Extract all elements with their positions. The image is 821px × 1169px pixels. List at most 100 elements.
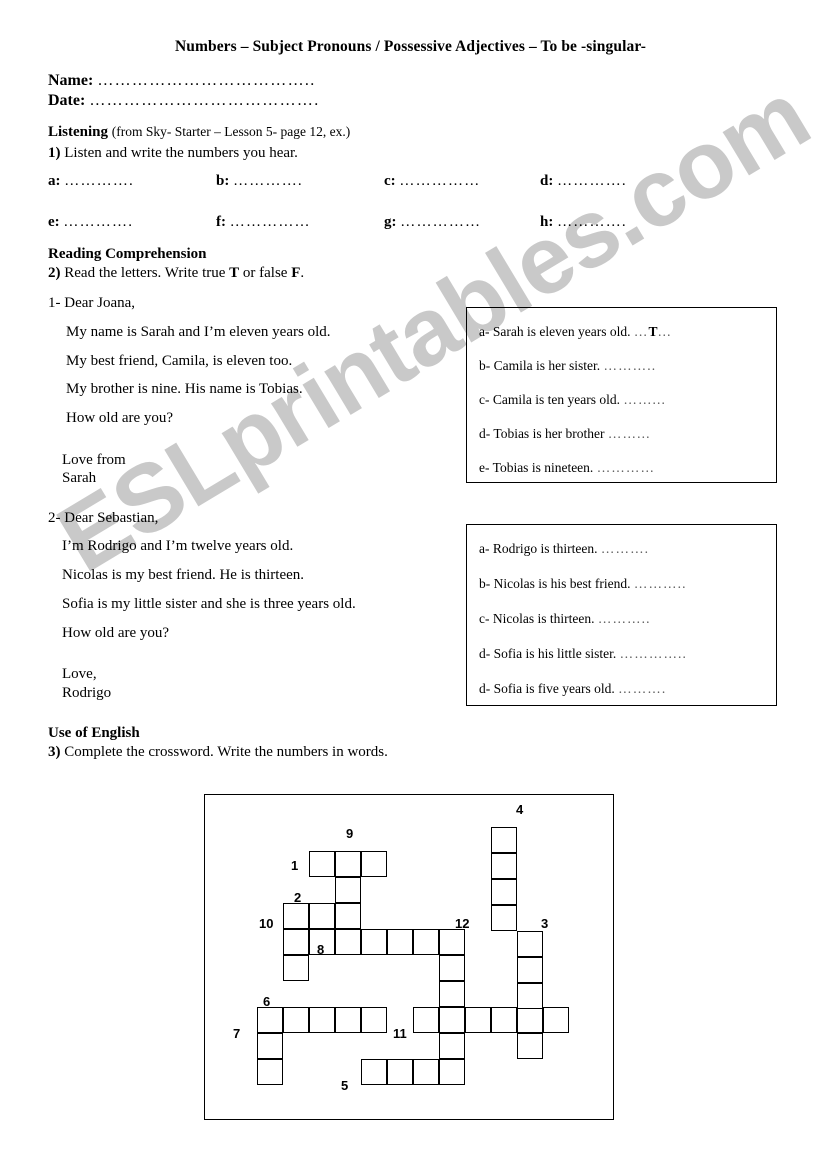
crossword-cell[interactable] — [257, 1059, 283, 1085]
blank-label: f: — [216, 214, 226, 230]
crossword-cell[interactable] — [335, 903, 361, 929]
letter2-line-1: I’m Rodrigo and I’m twelve years old. — [62, 538, 294, 554]
name-input-blank[interactable]: ……………………………….. — [97, 72, 315, 89]
box1-item-d[interactable]: d- Tobias is her brother ……... — [479, 426, 651, 442]
crossword-cell[interactable] — [439, 955, 465, 981]
crossword-cell[interactable] — [517, 1007, 543, 1033]
date-input-blank[interactable]: …………………………………. — [89, 92, 319, 109]
box2-item-a[interactable]: a- Rodrigo is thirteen. ………. — [479, 541, 649, 557]
blank-dots: …………. — [63, 214, 134, 230]
letter1-line-1: My name is Sarah and I’m eleven years ol… — [66, 324, 331, 340]
crossword-grid[interactable]: 9 4 1 2 10 12 3 8 6 7 11 5 — [205, 795, 615, 1121]
crossword-cell[interactable] — [309, 1007, 335, 1033]
crossword-cell[interactable] — [465, 1007, 491, 1033]
reading-task-number: 2) — [48, 265, 61, 281]
box1-item-a[interactable]: a- Sarah is eleven years old. …T… — [479, 324, 672, 340]
crossword-cell[interactable] — [387, 929, 413, 955]
crossword-clue-number-12: 12 — [455, 916, 470, 931]
crossword-cell[interactable] — [413, 929, 439, 955]
crossword-cell[interactable] — [413, 1059, 439, 1085]
item-statement: Camila is ten years old. — [492, 392, 620, 407]
listening-source-note: (from Sky- Starter – Lesson 5- page 12, … — [111, 124, 351, 139]
listening-blank-a[interactable]: a: …………. — [48, 173, 134, 190]
crossword-cell[interactable] — [517, 1033, 543, 1059]
crossword-clue-number-1: 1 — [291, 858, 299, 873]
page-title: Numbers – Subject Pronouns / Possessive … — [174, 38, 647, 55]
crossword-cell[interactable] — [283, 903, 309, 929]
crossword-cell[interactable] — [491, 827, 517, 853]
crossword-clue-number-5: 5 — [341, 1078, 349, 1093]
crossword-cell[interactable] — [309, 851, 335, 877]
listening-blank-f[interactable]: f: …………… — [216, 214, 311, 231]
listening-blank-c[interactable]: c: …………… — [384, 173, 480, 190]
crossword-cell[interactable] — [335, 929, 361, 955]
crossword-cell[interactable] — [491, 879, 517, 905]
crossword-cell[interactable] — [257, 1007, 283, 1033]
crossword-cell[interactable] — [413, 1007, 439, 1033]
letter1-closing: Love from — [62, 452, 126, 468]
letter1-line-2: My best friend, Camila, is eleven too. — [66, 353, 293, 369]
use-of-english-task-line: 3) Complete the crossword. Write the num… — [48, 744, 388, 761]
item-statement: Sofia is his little sister. — [493, 646, 617, 661]
blank-dots: …………… — [400, 214, 482, 230]
item-label: d- — [479, 646, 491, 661]
box1-item-b[interactable]: b- Camila is her sister. ……….. — [479, 358, 656, 374]
name-label: Name: — [48, 72, 94, 89]
item-trail-dots: ………… — [596, 460, 656, 475]
crossword-cell[interactable] — [439, 1059, 465, 1085]
crossword-cell[interactable] — [517, 931, 543, 957]
crossword-cell[interactable] — [335, 877, 361, 903]
letter2-line-3: Sofia is my little sister and she is thr… — [62, 596, 356, 612]
crossword-cell[interactable] — [439, 1033, 465, 1059]
listening-blank-d[interactable]: d: …………. — [540, 173, 627, 190]
blank-label: h: — [540, 214, 554, 230]
false-mark: F — [291, 265, 301, 281]
box2-item-c[interactable]: c- Nicolas is thirteen. ……….. — [479, 611, 651, 627]
blank-label: g: — [384, 214, 397, 230]
use-of-english-heading: Use of English — [48, 725, 140, 741]
name-field-line: Name: ……………………………….. — [48, 72, 316, 90]
box2-item-b[interactable]: b- Nicolas is his best friend. ……….. — [479, 576, 687, 592]
crossword-cell[interactable] — [283, 929, 309, 955]
crossword-cell[interactable] — [517, 957, 543, 983]
crossword-cell[interactable] — [439, 929, 465, 955]
item-trail-dots: ……….. — [633, 576, 687, 591]
listening-blank-g[interactable]: g: …………… — [384, 214, 481, 231]
crossword-clue-number-6: 6 — [263, 994, 271, 1009]
crossword-cell[interactable] — [335, 851, 361, 877]
crossword-cell[interactable] — [257, 1033, 283, 1059]
listening-task-number: 1) — [48, 145, 61, 161]
crossword-cell[interactable] — [361, 929, 387, 955]
listening-blank-b[interactable]: b: …………. — [216, 173, 303, 190]
item-statement: Nicolas is his best friend. — [493, 576, 631, 591]
crossword-cell[interactable] — [361, 1059, 387, 1085]
crossword-cell[interactable] — [335, 1007, 361, 1033]
item-label: b- — [479, 358, 491, 373]
crossword-cell[interactable] — [387, 1059, 413, 1085]
listening-blank-e[interactable]: e: …………. — [48, 214, 133, 231]
item-trail-dots: … — [657, 324, 673, 339]
box1-item-c[interactable]: c- Camila is ten years old. ……... — [479, 392, 666, 408]
box2-item-d1[interactable]: d- Sofia is his little sister. ………….. — [479, 646, 687, 662]
blank-label: d: — [540, 173, 554, 189]
crossword-cell[interactable] — [491, 905, 517, 931]
item-trail-dots: ………. — [618, 681, 667, 696]
crossword-cell[interactable] — [283, 955, 309, 981]
crossword-cell[interactable] — [491, 1007, 517, 1033]
crossword-cell[interactable] — [491, 853, 517, 879]
item-trail-dots: ……….. — [603, 358, 657, 373]
item-statement: Nicolas is thirteen. — [492, 611, 595, 626]
box1-item-e[interactable]: e- Tobias is nineteen. ………… — [479, 460, 655, 476]
crossword-cell[interactable] — [543, 1007, 569, 1033]
crossword-cell[interactable] — [439, 981, 465, 1007]
blank-dots: …………. — [64, 173, 134, 189]
crossword-cell[interactable] — [361, 1007, 387, 1033]
box2-item-d2[interactable]: d- Sofia is five years old. ………. — [479, 681, 666, 697]
crossword-cell[interactable] — [517, 983, 543, 1009]
crossword-cell[interactable] — [439, 1007, 465, 1033]
crossword-cell[interactable] — [309, 903, 335, 929]
crossword-cell[interactable] — [361, 851, 387, 877]
crossword-cell[interactable] — [283, 1007, 309, 1033]
listening-blank-h[interactable]: h: …………. — [540, 214, 627, 231]
item-statement: Tobias is nineteen. — [492, 460, 594, 475]
